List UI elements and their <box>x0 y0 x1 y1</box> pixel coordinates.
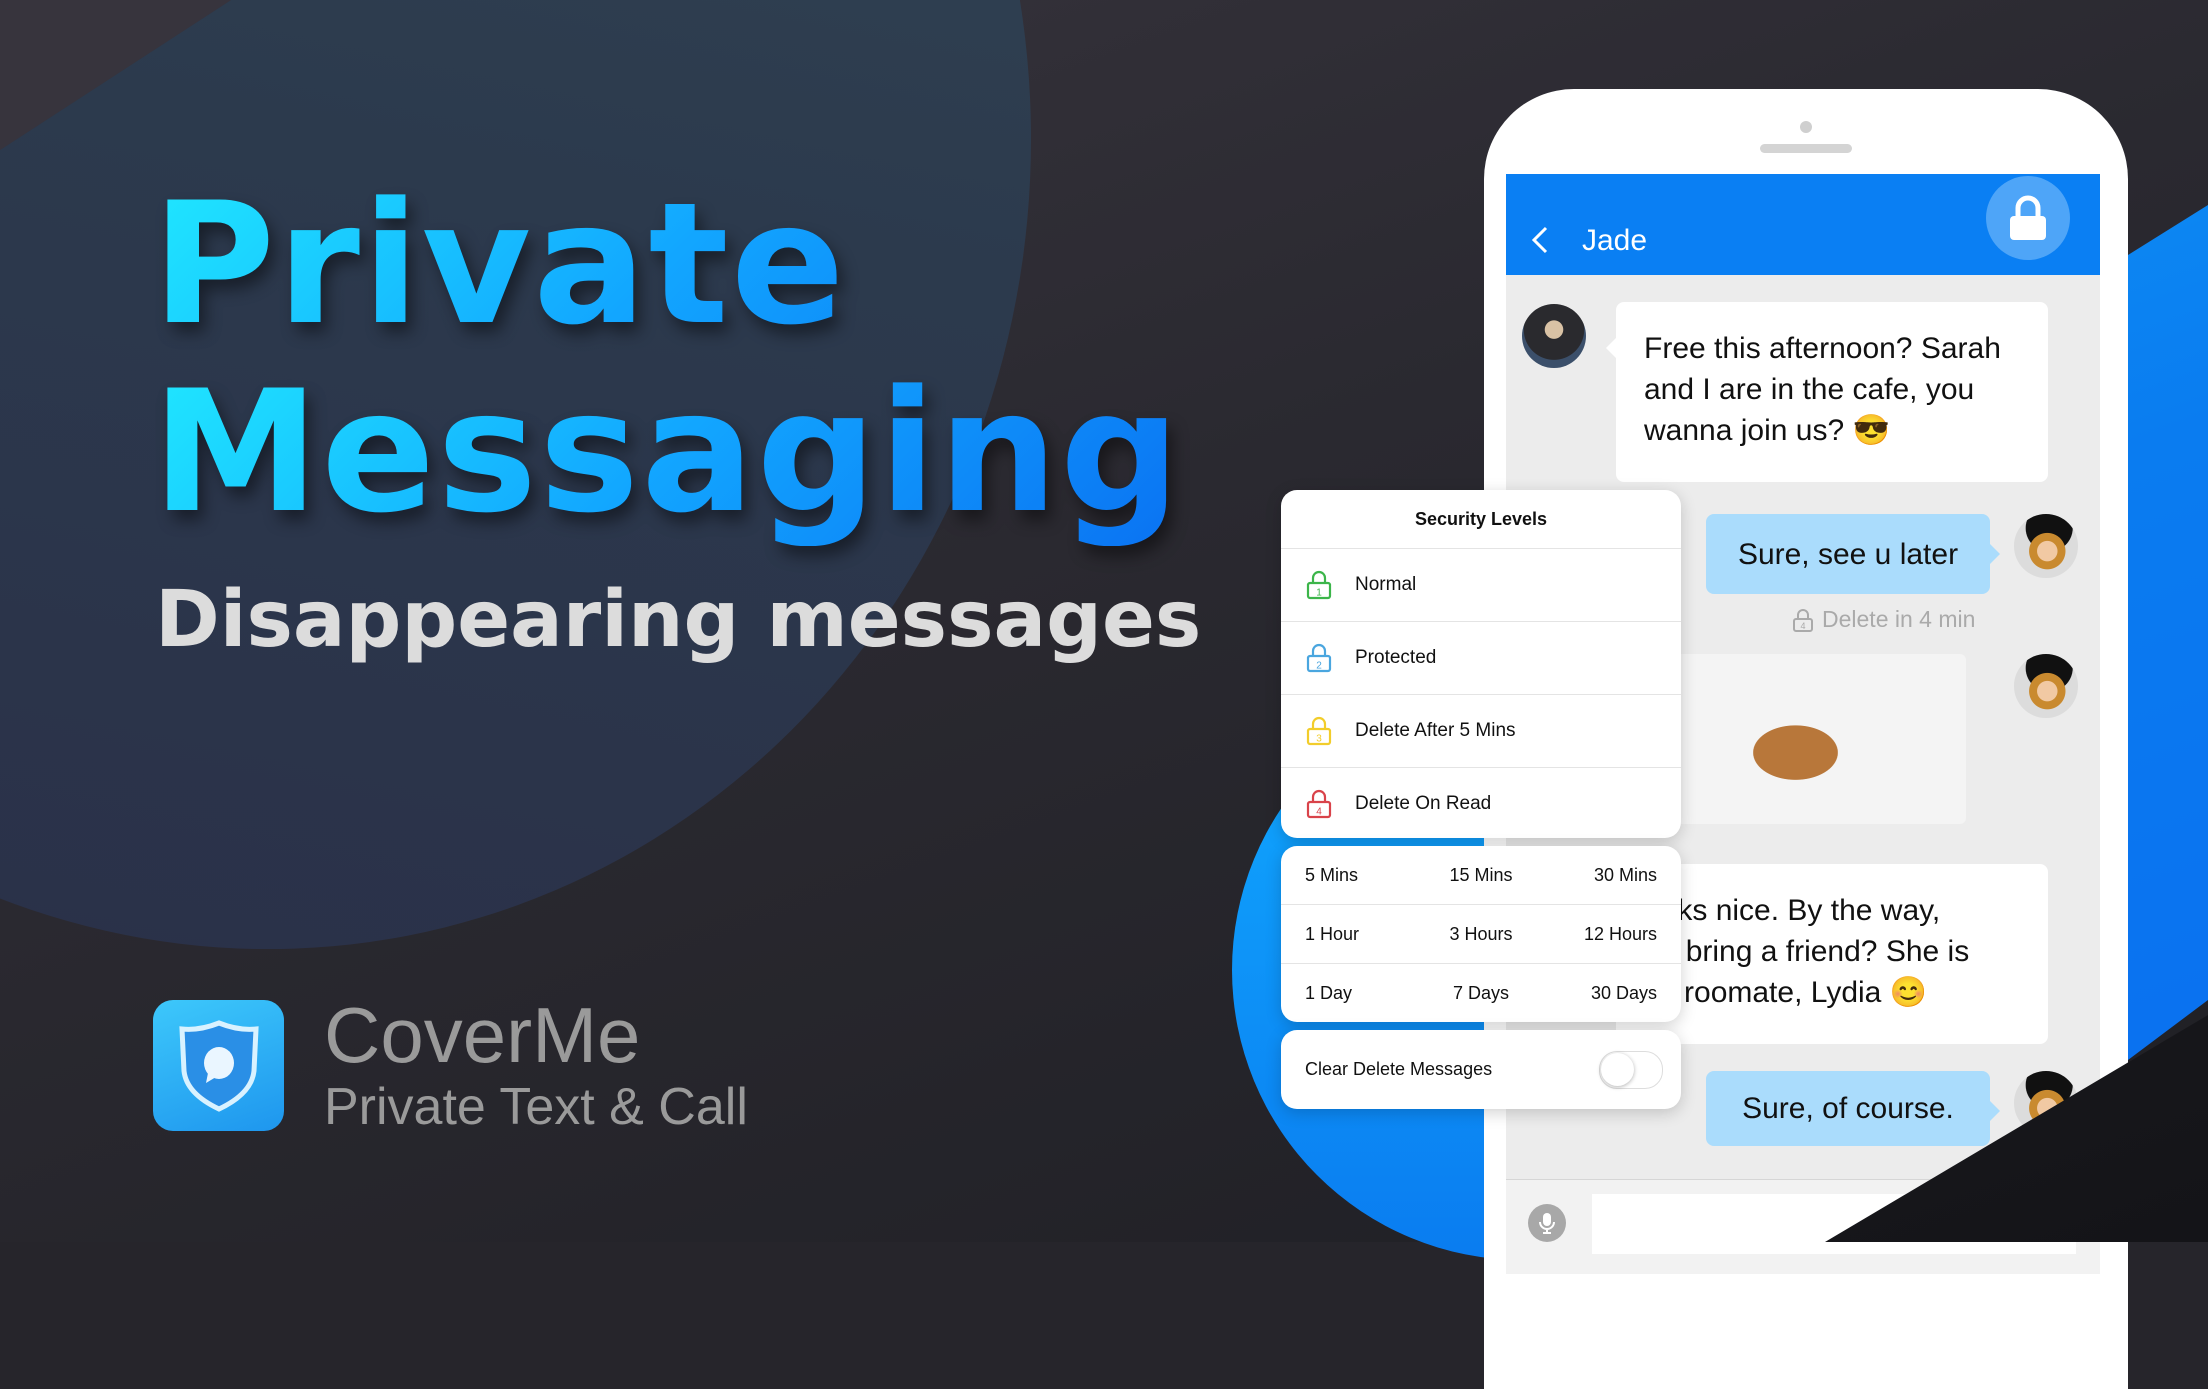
message-line: and I are in the cafe, you <box>1644 373 1975 406</box>
avatar-jade[interactable] <box>1522 304 1586 368</box>
security-level-item[interactable]: 4 Delete On Read <box>1281 768 1681 840</box>
message-line: ooks nice. By the way, <box>1644 894 1941 927</box>
message-text: Sure, see u later <box>1737 537 1959 571</box>
brand-text: CoverMe Private Text & Call <box>324 993 748 1137</box>
clear-delete-toggle[interactable] <box>1599 1050 1663 1089</box>
security-levels-panel: Security Levels 1 Normal 2 Protected 3 Delete… <box>1281 490 1681 838</box>
brand-name: CoverMe <box>324 991 641 1079</box>
brand: CoverMe Private Text & Call <box>153 993 748 1137</box>
camera-dot <box>1800 121 1812 133</box>
lock-level-4-icon: 4 <box>1793 608 1813 632</box>
message-line: n I bring a friend? She is <box>1644 935 1970 968</box>
timer-row: 1 Day 7 Days 30 Days <box>1281 964 1681 1022</box>
timer-option[interactable]: 1 Day <box>1305 983 1415 1004</box>
timer-option[interactable]: 3 Hours <box>1426 924 1536 945</box>
avatar-me[interactable] <box>2014 514 2078 578</box>
delete-timer-panel: 5 Mins 15 Mins 30 Mins 1 Hour 3 Hours 12 Hour… <box>1281 846 1681 1022</box>
lock-level-4-icon: 4 <box>1306 789 1332 819</box>
headline-line-2: Messaging <box>152 354 1183 550</box>
message-text: Sure, of course. <box>1742 1092 1954 1125</box>
message-outgoing: Sure, of course. <box>1706 1071 2000 1146</box>
timer-option[interactable]: 1 Hour <box>1305 924 1415 945</box>
svg-text:4: 4 <box>1316 807 1322 818</box>
chevron-left-icon[interactable] <box>1526 224 1558 256</box>
clear-delete-panel: Clear Delete Messages <box>1281 1030 1681 1109</box>
security-level-label: Delete On Read <box>1355 793 1492 814</box>
headline: Private Messaging <box>152 170 1182 546</box>
photo-message[interactable] <box>1656 654 1966 824</box>
timer-option[interactable]: 7 Days <box>1426 983 1536 1004</box>
timer-option[interactable]: 30 Mins <box>1547 865 1657 886</box>
svg-text:1: 1 <box>1316 588 1322 599</box>
security-level-item[interactable]: 3 Delete After 5 Mins <box>1281 695 1681 768</box>
subheadline: Disappearing messages <box>155 575 1202 665</box>
timer-option[interactable]: 15 Mins <box>1426 865 1536 886</box>
security-levels-title: Security Levels <box>1281 490 1681 549</box>
security-level-item[interactable]: 2 Protected <box>1281 622 1681 695</box>
timer-option[interactable]: 5 Mins <box>1305 865 1415 886</box>
timer-option[interactable]: 12 Hours <box>1547 924 1657 945</box>
brand-tagline: Private Text & Call <box>324 1078 748 1136</box>
microphone-button[interactable] <box>1528 1204 1566 1242</box>
lock-level-3-icon: 3 <box>1306 716 1332 746</box>
microphone-icon <box>1539 1213 1555 1234</box>
timer-row: 5 Mins 15 Mins 30 Mins <box>1281 846 1681 905</box>
security-level-label: Delete After 5 Mins <box>1355 720 1516 741</box>
contact-name[interactable]: Jade <box>1582 224 1647 258</box>
delete-timer-text: Delete in 4 min <box>1822 606 1976 632</box>
message-incoming: Free this afternoon? Sarah and I are in … <box>1606 302 2048 482</box>
message-outgoing: Sure, see u later <box>1706 514 2000 594</box>
timer-option[interactable]: 30 Days <box>1547 983 1657 1004</box>
speaker-grille <box>1760 144 1852 153</box>
shield-chat-icon <box>153 999 284 1131</box>
lock-level-2-icon: 2 <box>1306 643 1332 673</box>
svg-text:3: 3 <box>1316 734 1322 745</box>
message-line: wanna join us? 😎 <box>1644 414 1890 447</box>
message-status: 4 Delete in 4 min <box>1792 606 1975 633</box>
security-level-label: Normal <box>1355 574 1417 595</box>
message-line: Free this afternoon? Sarah <box>1644 332 2001 365</box>
lock-level-1-icon: 1 <box>1306 570 1332 600</box>
security-level-item[interactable]: 1 Normal <box>1281 549 1681 622</box>
message-line: ny roomate, Lydia 😊 <box>1644 976 1928 1009</box>
timer-row: 1 Hour 3 Hours 12 Hours <box>1281 905 1681 964</box>
lock-icon <box>2010 195 2046 240</box>
svg-text:4: 4 <box>1800 621 1805 631</box>
svg-text:2: 2 <box>1316 661 1322 672</box>
chat-header: Jade <box>1506 174 2100 275</box>
clear-delete-label: Clear Delete Messages <box>1305 1059 1493 1079</box>
security-level-label: Protected <box>1355 647 1437 668</box>
security-level-button[interactable] <box>1986 176 2070 260</box>
headline-line-1: Private <box>152 170 1182 358</box>
avatar-me[interactable] <box>2014 654 2078 718</box>
